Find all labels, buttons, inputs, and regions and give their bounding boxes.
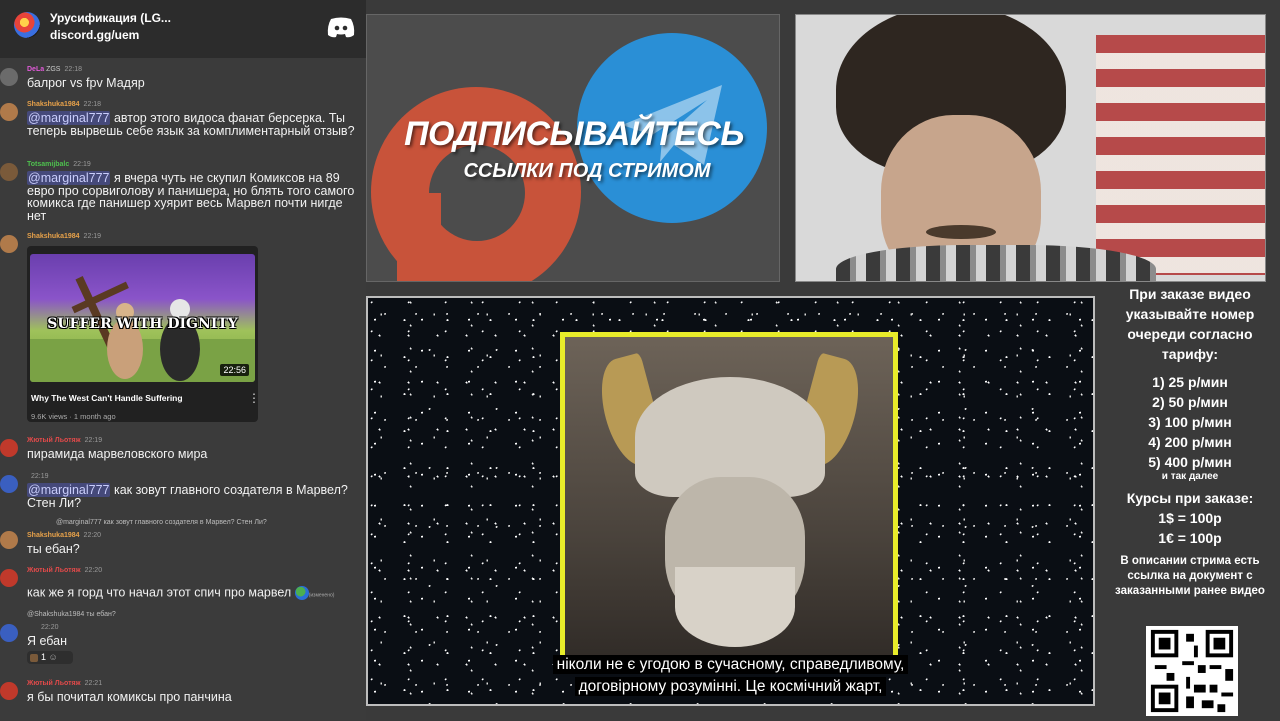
username[interactable]: Жютый Льотяж bbox=[27, 567, 81, 574]
username[interactable]: Shakshuka1984 bbox=[27, 233, 80, 240]
message-text: как же я горд что начал этот спич про ма… bbox=[27, 585, 335, 600]
tariff-3: 3) 100 р/мин bbox=[1148, 414, 1232, 430]
edited-note: (измененo) bbox=[308, 592, 335, 599]
qr-code-icon bbox=[1150, 629, 1234, 713]
promo-subtitle: ССЫЛКИ ПОД СТРИМОМ bbox=[463, 160, 711, 182]
username[interactable]: DeLa bbox=[27, 66, 44, 73]
avatar bbox=[0, 475, 18, 493]
description-note: В описании стрима есть ссылка на докумен… bbox=[1115, 555, 1265, 597]
video-title[interactable]: Why The West Can't Handle Suffering bbox=[31, 393, 183, 403]
thumbnail-caption: SUFFER WITH DIGNITY bbox=[47, 316, 238, 332]
message-text: пирамида марвеловского мира bbox=[27, 447, 208, 461]
chat-panel: Урусификация (LG... discord.gg/uem DeLa … bbox=[0, 0, 366, 720]
server-invite-link[interactable]: discord.gg/uem bbox=[50, 28, 139, 42]
avatar bbox=[0, 439, 18, 457]
bust-beard bbox=[675, 567, 795, 647]
avatar bbox=[0, 682, 18, 700]
message-text: @marginal777 как зовут главного создател… bbox=[27, 483, 348, 510]
promo-banner: ПОДПИСЫВАЙТЕСЬ ССЫЛКИ ПОД СТРИМОМ bbox=[366, 14, 780, 282]
username[interactable]: Жютый Льотяж bbox=[27, 680, 81, 687]
globe-emoji-icon bbox=[294, 586, 309, 600]
avatar bbox=[0, 68, 18, 86]
and-so-on: и так далее bbox=[1161, 471, 1219, 482]
timestamp: 22:19 bbox=[83, 233, 102, 240]
timestamp: 22:18 bbox=[83, 101, 102, 108]
timestamp: 22:18 bbox=[64, 66, 82, 73]
portrait-frame bbox=[560, 332, 898, 672]
video-thumbnail[interactable]: SUFFER WITH DIGNITY 22:56 bbox=[30, 254, 255, 382]
username[interactable]: Shakshuka1984 bbox=[27, 101, 80, 108]
message-text: @marginal777 автор этого видоса фанат бе… bbox=[27, 111, 355, 138]
message-text: Я ебан bbox=[27, 634, 68, 648]
reaction-chip[interactable]: 1 ☺ bbox=[27, 651, 73, 664]
server-avatar bbox=[14, 12, 40, 38]
video-duration: 22:56 bbox=[220, 364, 249, 376]
user-badge: ZGS bbox=[46, 66, 61, 73]
tariff-2: 2) 50 р/мин bbox=[1152, 394, 1228, 410]
avatar bbox=[0, 235, 18, 253]
tariff-4: 4) 200 р/мин bbox=[1148, 434, 1232, 450]
message-text: я бы почитал комиксы про панчина bbox=[27, 690, 232, 704]
qr-code[interactable] bbox=[1146, 626, 1238, 716]
order-note: При заказе видео указывайте номер очеред… bbox=[1125, 286, 1255, 362]
flag bbox=[1096, 35, 1265, 275]
timestamp: 22:19 bbox=[73, 161, 91, 168]
avatar bbox=[0, 624, 18, 642]
timestamp: 22:21 bbox=[84, 680, 103, 687]
tariff-1: 1) 25 р/мин bbox=[1152, 374, 1228, 390]
timestamp: 22:20 bbox=[84, 567, 103, 574]
server-name: Урусификация (LG... bbox=[50, 11, 171, 25]
streamer-mustache bbox=[926, 225, 996, 239]
streamer-shirt bbox=[836, 245, 1156, 281]
subtitle-line-1: ніколи не є угодою в сучасному, справедл… bbox=[368, 655, 1093, 674]
username[interactable]: Жютый Льотяж bbox=[27, 437, 81, 444]
reply-preview[interactable]: @Shakshuka1984 ты ебан? bbox=[27, 611, 116, 618]
rates-title: Курсы при заказе: bbox=[1126, 490, 1254, 506]
rate-usd: 1$ = 100р bbox=[1158, 510, 1222, 526]
video-player[interactable]: ніколи не є угодою в сучасному, справедл… bbox=[366, 296, 1095, 706]
tariff-5: 5) 400 р/мин bbox=[1148, 454, 1232, 470]
reaction-count: 1 bbox=[41, 652, 47, 662]
more-options-icon[interactable]: ⋮ bbox=[248, 391, 258, 405]
timestamp: 22:19 bbox=[84, 437, 103, 444]
message-text: ты ебан? bbox=[27, 542, 80, 556]
rate-eur: 1€ = 100р bbox=[1158, 530, 1222, 546]
promo-title: ПОДПИСЫВАЙТЕСЬ bbox=[404, 115, 744, 153]
info-panel: При заказе видео указывайте номер очеред… bbox=[1100, 284, 1280, 599]
avatar bbox=[0, 531, 18, 549]
chat-header: Урусификация (LG... discord.gg/uem bbox=[0, 0, 366, 58]
reaction-emoji-icon bbox=[30, 653, 38, 662]
add-reaction-icon[interactable]: ☺ bbox=[49, 652, 58, 662]
webcam-feed bbox=[795, 14, 1266, 282]
youtube-embed[interactable]: SUFFER WITH DIGNITY 22:56 Why The West C… bbox=[27, 246, 258, 422]
subtitle-line-2: договірному розумінні. Це космічний жарт… bbox=[368, 677, 1093, 696]
username[interactable]: Totsamijbalc bbox=[27, 161, 69, 168]
video-meta: 9.6K views · 1 month ago bbox=[31, 412, 116, 421]
reply-preview[interactable]: @marginal777 как зовут главного создател… bbox=[56, 519, 267, 526]
discord-icon bbox=[327, 17, 355, 38]
avatar bbox=[0, 163, 18, 181]
avatar bbox=[0, 103, 18, 121]
timestamp: 22:20 bbox=[83, 532, 102, 539]
timestamp: 22:19 bbox=[31, 473, 49, 480]
timestamp: 22:20 bbox=[41, 624, 59, 631]
message-text: балрог vs fpv Мадяр bbox=[27, 76, 145, 90]
avatar bbox=[0, 569, 18, 587]
username[interactable]: Shakshuka1984 bbox=[27, 532, 80, 539]
message-text: @marginal777 я вчера чуть не скупил Коми… bbox=[27, 171, 355, 223]
